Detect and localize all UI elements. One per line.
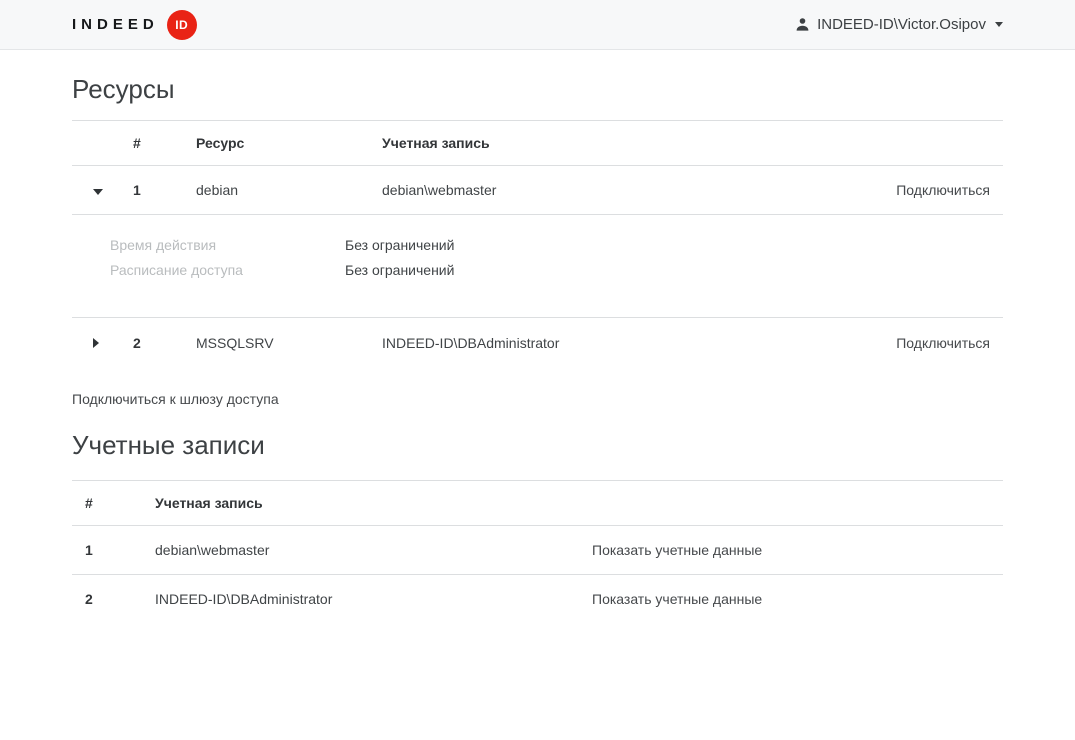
accounts-title: Учетные записи [72,427,1003,463]
header-action-column [823,121,1003,166]
resource-account: INDEED-ID\DBAdministrator [382,318,823,368]
logo-text: INDEED [72,16,159,33]
detail-line: Время действия Без ограничений [110,233,1003,258]
resources-table: # Ресурс Учетная запись 1 debian debian\… [72,120,1003,368]
accounts-table: # Учетная запись 1 debian\webmaster Пока… [72,480,1003,625]
logo-id-badge-icon: ID [167,10,197,40]
header-account: Учетная запись [382,121,823,166]
account-number: 1 [72,525,155,574]
resource-number: 1 [133,166,196,215]
resource-name: debian [196,166,382,215]
main-content: Ресурсы # Ресурс Учетная запись 1 debian… [0,71,1075,624]
detail-label: Расписание доступа [110,258,345,283]
resource-details: Время действия Без ограничений Расписани… [72,215,1003,318]
person-icon [795,17,810,32]
chevron-down-icon [995,22,1003,27]
account-row-dbadministrator: 2 INDEED-ID\DBAdministrator Показать уче… [72,574,1003,624]
header-resource: Ресурс [196,121,382,166]
accounts-table-wrap: # Учетная запись 1 debian\webmaster Пока… [72,480,1003,625]
header-number: # [133,121,196,166]
header-number: # [72,480,155,525]
resource-row-debian: 1 debian debian\webmaster Подключиться [72,166,1003,215]
resources-table-header: # Ресурс Учетная запись [72,121,1003,166]
resources-title: Ресурсы [72,71,1003,107]
logo: INDEED ID [72,10,197,40]
collapse-row-icon[interactable] [93,189,103,195]
resource-name: MSSQLSRV [196,318,382,368]
resource-number: 2 [133,318,196,368]
expand-row-icon[interactable] [93,338,99,348]
resource-row-mssqlsrv: 2 MSSQLSRV INDEED-ID\DBAdministrator Под… [72,318,1003,368]
account-name: debian\webmaster [155,525,592,574]
header-caret-column [72,121,133,166]
connect-button[interactable]: Подключиться [896,182,990,198]
user-menu[interactable]: INDEED-ID\Victor.Osipov [795,16,1003,33]
gateway-connect-link[interactable]: Подключиться к шлюзу доступа [72,391,279,407]
connect-button[interactable]: Подключиться [896,335,990,351]
header-account: Учетная запись [155,480,592,525]
detail-value: Без ограничений [345,258,454,283]
account-name: INDEED-ID\DBAdministrator [155,574,592,624]
resource-account: debian\webmaster [382,166,823,215]
account-number: 2 [72,574,155,624]
header-action-column [592,480,1003,525]
detail-value: Без ограничений [345,233,454,258]
app-header: INDEED ID INDEED-ID\Victor.Osipov [0,0,1075,50]
user-name: INDEED-ID\Victor.Osipov [817,16,986,33]
show-credentials-button[interactable]: Показать учетные данные [592,542,762,558]
accounts-table-header: # Учетная запись [72,480,1003,525]
show-credentials-button[interactable]: Показать учетные данные [592,591,762,607]
account-row-webmaster: 1 debian\webmaster Показать учетные данн… [72,525,1003,574]
detail-label: Время действия [110,233,345,258]
detail-line: Расписание доступа Без ограничений [110,258,1003,283]
